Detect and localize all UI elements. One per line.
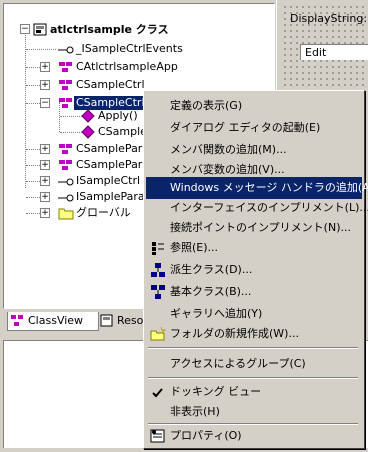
class-icon bbox=[58, 78, 74, 92]
menu-item-references[interactable]: 参照(E)... bbox=[146, 237, 362, 259]
new-folder-icon bbox=[150, 326, 167, 342]
method-icon bbox=[80, 125, 96, 139]
menu-item-label: 接続ポイントのインプリメント(N)... bbox=[170, 221, 351, 234]
properties-icon bbox=[150, 428, 166, 444]
project-icon bbox=[32, 23, 48, 37]
menu-item-add-windows-message-handler[interactable]: Windows メッセージ ハンドラの追加(A)... bbox=[146, 177, 368, 199]
expand-toggle[interactable]: + bbox=[40, 208, 50, 218]
collapse-toggle[interactable]: − bbox=[40, 98, 50, 108]
expand-toggle[interactable]: + bbox=[40, 176, 50, 186]
method-icon bbox=[80, 109, 96, 123]
tree-root-label: atlctrlsample クラス bbox=[50, 23, 169, 36]
menu-item-label: 派生クラス(D)... bbox=[170, 263, 253, 276]
tree-item-label: グローバル bbox=[76, 206, 131, 219]
menu-item-derived-classes[interactable]: 派生クラス(D)... bbox=[146, 259, 362, 281]
resource-icon bbox=[100, 314, 114, 334]
menu-separator bbox=[148, 347, 358, 349]
folder-icon bbox=[58, 206, 74, 220]
menu-item-base-classes[interactable]: 基本クラス(B)... bbox=[146, 281, 362, 303]
menu-item-label: ドッキング ビュー bbox=[170, 385, 262, 398]
tree-item[interactable]: CAtlctrlsampleApp bbox=[58, 59, 180, 75]
tree-item-label: CAtlctrlsampleApp bbox=[76, 60, 178, 73]
menu-item-implement-interface[interactable]: インターフェイスのインプリメント(L)... bbox=[146, 197, 368, 219]
tree-connector bbox=[26, 181, 40, 182]
menu-item-label: ダイアログ エディタの起動(E) bbox=[170, 121, 321, 134]
checkmark-icon bbox=[152, 385, 168, 401]
tree-connector bbox=[26, 165, 40, 166]
menu-item-add-member-function[interactable]: メンバ関数の追加(M)... bbox=[146, 139, 362, 161]
tree-connector bbox=[26, 213, 40, 214]
menu-item-label: 非表示(H) bbox=[170, 405, 220, 418]
tree-item[interactable]: CSampleCtrl bbox=[58, 77, 147, 93]
tree-connector bbox=[60, 116, 82, 117]
tab-resourceview-label: Reso bbox=[117, 314, 144, 327]
tree-connector bbox=[26, 85, 40, 86]
tab-classview-label: ClassView bbox=[28, 314, 84, 327]
menu-item-label: メンバ関数の追加(M)... bbox=[170, 143, 287, 156]
references-icon bbox=[150, 240, 166, 256]
tree-connector bbox=[26, 103, 40, 104]
tab-classview[interactable]: ClassView bbox=[7, 312, 99, 331]
interface-icon bbox=[58, 174, 74, 188]
class-icon bbox=[58, 142, 74, 156]
menu-item-label: フォルダの新規作成(W)... bbox=[170, 327, 299, 340]
menu-item-open-dialog-editor[interactable]: ダイアログ エディタの起動(E) bbox=[146, 117, 362, 139]
tree-item-label: CSampleCtrl bbox=[76, 78, 145, 91]
expand-toggle[interactable]: + bbox=[40, 160, 50, 170]
menu-item-label: Windows メッセージ ハンドラの追加(A)... bbox=[170, 181, 368, 194]
tree-connector bbox=[26, 149, 40, 150]
interface-icon bbox=[58, 42, 74, 56]
derived-classes-icon bbox=[150, 262, 166, 278]
menu-separator bbox=[148, 377, 358, 379]
expand-toggle[interactable]: + bbox=[40, 144, 50, 154]
menu-item-properties[interactable]: プロパティ(O) bbox=[146, 425, 362, 447]
tree-connector bbox=[25, 26, 26, 188]
menu-item-new-folder[interactable]: フォルダの新規作成(W)... bbox=[146, 323, 362, 345]
tree-connector bbox=[26, 197, 40, 198]
edit-control[interactable]: Edit bbox=[300, 44, 368, 60]
class-icon bbox=[58, 158, 74, 172]
menu-item-label: プロパティ(O) bbox=[170, 429, 242, 442]
tree-connector bbox=[26, 49, 56, 50]
tree-item-label: ISampleCtrl bbox=[76, 174, 141, 187]
menu-item-label: アクセスによるグループ(C) bbox=[170, 357, 306, 370]
tree-connector bbox=[26, 67, 40, 68]
menu-item-go-to-definition[interactable]: 定義の表示(G) bbox=[146, 95, 362, 117]
display-string-label: DisplayString: bbox=[290, 12, 368, 25]
class-icon bbox=[58, 96, 74, 110]
tree-item[interactable]: Apply() bbox=[80, 108, 140, 124]
menu-item-implement-connection-point[interactable]: 接続ポイントのインプリメント(N)... bbox=[146, 217, 362, 239]
menu-item-hide[interactable]: 非表示(H) bbox=[146, 401, 362, 423]
menu-item-label: 参照(E)... bbox=[170, 241, 219, 254]
menu-item-label: ギャラリへ追加(Y) bbox=[170, 307, 263, 320]
tree-item[interactable]: グローバル bbox=[58, 205, 133, 221]
context-menu: 定義の表示(G) ダイアログ エディタの起動(E) メンバ関数の追加(M)...… bbox=[143, 90, 368, 449]
classview-icon bbox=[11, 314, 25, 334]
tree-item-label: _ISampleCtrlEvents bbox=[76, 42, 183, 55]
collapse-root-toggle[interactable]: − bbox=[20, 24, 30, 34]
class-icon bbox=[58, 60, 74, 74]
expand-toggle[interactable]: + bbox=[40, 62, 50, 72]
tree-item[interactable]: ISampleCtrl bbox=[58, 173, 142, 189]
tree-item[interactable]: _ISampleCtrlEvents bbox=[58, 41, 185, 57]
tree-connector bbox=[60, 132, 82, 133]
menu-item-label: インターフェイスのインプリメント(L)... bbox=[170, 201, 368, 214]
tree-root-node[interactable]: atlctrlsample クラス bbox=[32, 22, 171, 38]
menu-item-group-by-access[interactable]: アクセスによるグループ(C) bbox=[146, 353, 362, 375]
menu-item-label: 基本クラス(B)... bbox=[170, 285, 252, 298]
menu-item-label: 定義の表示(G) bbox=[170, 99, 243, 112]
tree-item-label: Apply() bbox=[98, 109, 138, 122]
interface-icon bbox=[58, 190, 74, 204]
expand-toggle[interactable]: + bbox=[40, 80, 50, 90]
base-classes-icon bbox=[150, 284, 166, 300]
menu-item-add-to-gallery[interactable]: ギャラリへ追加(Y) bbox=[146, 303, 362, 325]
expand-toggle[interactable]: + bbox=[40, 192, 50, 202]
menu-item-docking-view[interactable]: ドッキング ビュー bbox=[146, 381, 362, 403]
